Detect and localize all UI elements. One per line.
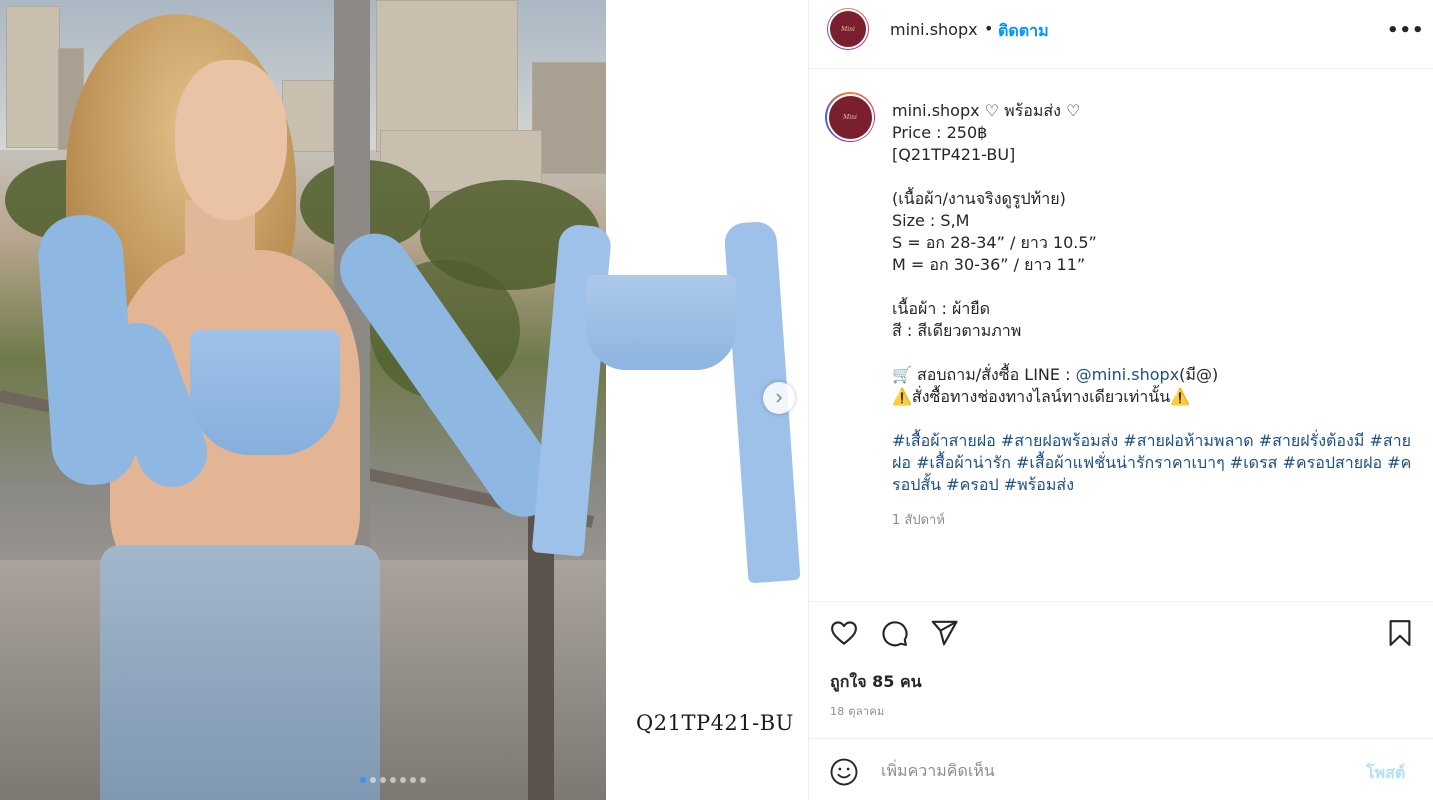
carousel-dot bbox=[370, 777, 376, 783]
next-slide-button[interactable] bbox=[763, 382, 795, 414]
caption-line bbox=[892, 342, 1412, 364]
instagram-post: Q21TP421-BU Mini mini.shopx • ติดตาม •••… bbox=[0, 0, 1433, 800]
hashtag-link[interactable]: #สายฝรั่งต้องมี bbox=[1259, 431, 1365, 450]
hashtag-link[interactable]: #เดรส bbox=[1230, 453, 1278, 472]
hashtag-link[interactable]: #ครอป bbox=[946, 475, 998, 494]
caption-username[interactable]: mini.shopx bbox=[892, 101, 980, 120]
separator-dot: • bbox=[984, 19, 994, 38]
carousel-dot bbox=[390, 777, 396, 783]
follow-button[interactable]: ติดตาม bbox=[998, 19, 1049, 44]
caption-warning: ⚠️สั่งซื้อทางช่องทางไลน์ทางเดียวเท่านั้น… bbox=[892, 387, 1191, 406]
bookmark-icon[interactable] bbox=[1385, 618, 1415, 652]
comment-composer: โพสต์ bbox=[809, 738, 1433, 800]
contact-suffix: (มี@) bbox=[1179, 365, 1219, 384]
caption-timestamp[interactable]: 1 สัปดาห์ bbox=[892, 510, 1412, 532]
contact-prefix: 🛒 สอบถาม/สั่งซื้อ LINE : bbox=[892, 365, 1076, 384]
caption-line: (เนื้อผ้า/งานจริงดูรูปท้าย) bbox=[892, 189, 1066, 208]
likes-count[interactable]: ถูกใจ 85 คน bbox=[830, 670, 922, 695]
post-header: Mini mini.shopx • ติดตาม ••• bbox=[809, 0, 1433, 69]
hashtag-link[interactable]: #พร้อมส่ง bbox=[1004, 475, 1074, 494]
caption-line bbox=[892, 166, 1412, 188]
carousel-dot bbox=[380, 777, 386, 783]
comment-input[interactable] bbox=[879, 757, 1353, 783]
caption-avatar[interactable]: Mini bbox=[825, 92, 875, 142]
emoji-icon[interactable] bbox=[829, 757, 859, 791]
hashtag-link[interactable]: #ครอปสายฝอ bbox=[1283, 453, 1383, 472]
caption-title: ♡ พร้อมส่ง ♡ bbox=[984, 101, 1081, 120]
hashtag-link[interactable]: #เสื้อผ้าแฟชั่นน่ารักราคาเบาๆ bbox=[1016, 453, 1225, 472]
carousel-dot bbox=[360, 777, 366, 783]
comment-icon[interactable] bbox=[879, 618, 909, 652]
hashtag-list: #เสื้อผ้าสายฝอ #สายฝอพร้อมส่ง #สายฝอห้าม… bbox=[892, 430, 1412, 496]
model-photo bbox=[0, 0, 606, 800]
line-mention-link[interactable]: @mini.shopx bbox=[1076, 365, 1180, 384]
post-comment-button[interactable]: โพสต์ bbox=[1366, 761, 1405, 786]
post-actions: ถูกใจ 85 คน 18 ตุลาคม bbox=[809, 601, 1433, 739]
carousel-dot bbox=[410, 777, 416, 783]
carousel-dot bbox=[420, 777, 426, 783]
post-date[interactable]: 18 ตุลาคม bbox=[830, 702, 885, 720]
chevron-right-icon bbox=[773, 389, 785, 408]
post-details-panel: Mini mini.shopx • ติดตาม ••• Mini mini.s… bbox=[808, 0, 1433, 800]
caption-line: S = อก 28-34” / ยาว 10.5” bbox=[892, 233, 1097, 252]
caption-line: Price : 250฿ bbox=[892, 123, 988, 142]
caption-line: Size : S,M bbox=[892, 211, 970, 230]
caption-contact-line: 🛒 สอบถาม/สั่งซื้อ LINE : @mini.shopx(มี@… bbox=[892, 364, 1412, 386]
hashtag-link[interactable]: #เสื้อผ้าน่ารัก bbox=[916, 453, 1011, 472]
hashtag-link[interactable]: #สายฝอพร้อมส่ง bbox=[1001, 431, 1118, 450]
carousel-indicator bbox=[360, 777, 426, 783]
shop-logo-icon: Mini bbox=[828, 9, 868, 49]
carousel-dot bbox=[400, 777, 406, 783]
share-icon[interactable] bbox=[929, 618, 959, 652]
post-media[interactable]: Q21TP421-BU bbox=[0, 0, 808, 800]
more-options-button[interactable]: ••• bbox=[1387, 20, 1425, 41]
caption-line bbox=[892, 276, 1412, 298]
caption-line: M = อก 30-36” / ยาว 11” bbox=[892, 255, 1086, 274]
hashtag-link[interactable]: #สายฝอห้ามพลาด bbox=[1123, 431, 1253, 450]
avatar[interactable]: Mini bbox=[827, 8, 869, 50]
hashtag-link[interactable]: #เสื้อผ้าสายฝอ bbox=[892, 431, 996, 450]
caption-line: สี : สีเดียวตามภาพ bbox=[892, 321, 1022, 340]
caption-line: เนื้อผ้า : ผ้ายืด bbox=[892, 299, 991, 318]
product-code-label: Q21TP421-BU bbox=[636, 711, 794, 735]
caption-line: [Q21TP421-BU] bbox=[892, 145, 1016, 164]
header-username[interactable]: mini.shopx bbox=[890, 20, 978, 39]
caption-title-line: mini.shopx ♡ พร้อมส่ง ♡ bbox=[892, 100, 1412, 122]
shop-logo-icon: Mini bbox=[826, 93, 874, 141]
heart-icon[interactable] bbox=[829, 618, 859, 652]
post-caption: mini.shopx ♡ พร้อมส่ง ♡ Price : 250฿ [Q2… bbox=[892, 100, 1412, 532]
